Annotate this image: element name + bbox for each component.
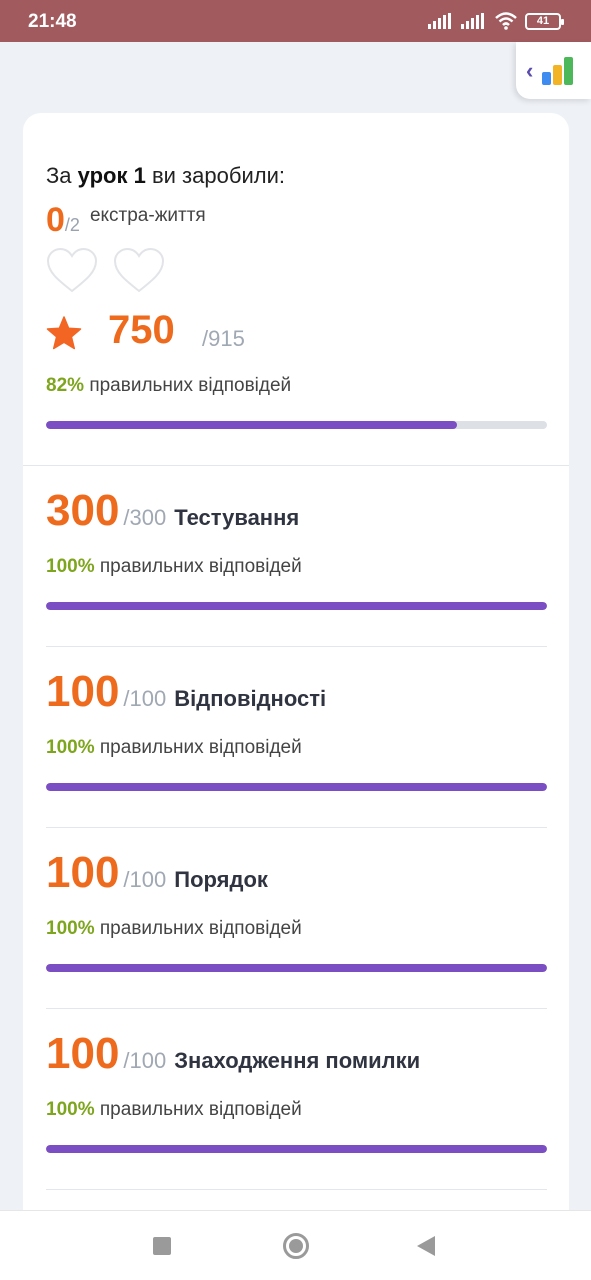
recent-apps-button[interactable] [153, 1237, 171, 1255]
home-button[interactable] [283, 1233, 309, 1259]
status-bar: 21:48 41 [0, 0, 591, 42]
correct-percentage: 100% правильних відповідей [46, 556, 302, 577]
summary-progress-bar [46, 421, 547, 429]
extra-lives-count: 0/2 екстра-життя [46, 201, 206, 239]
section-progress-bar [46, 602, 547, 610]
earned-heading: За урок 1 ви заробили: [46, 163, 285, 188]
total-score: 750 /915 [46, 308, 346, 358]
progress-fill [46, 602, 547, 610]
section-progress-bar [46, 1145, 547, 1153]
signal-icon [428, 13, 451, 29]
score-total: /915 [202, 326, 245, 351]
section-progress-bar [46, 964, 547, 972]
chevron-left-icon: ‹ [526, 57, 534, 83]
wifi-icon [495, 12, 517, 30]
progress-fill [46, 783, 547, 791]
section-heading: 300 /300 Тестування [46, 486, 300, 535]
score-value: 750 [108, 308, 175, 352]
correct-percentage: 100% правильних відповідей [46, 1099, 302, 1120]
lesson-summary: За урок 1 ви заробили: 0/2 екстра-життя 7… [23, 113, 569, 466]
correct-percentage: 82% правильних відповідей [46, 375, 292, 396]
section-order: 100 /100 Порядок 100% правильних відпові… [46, 828, 547, 1009]
section-progress-bar [46, 783, 547, 791]
progress-fill [46, 964, 547, 972]
bar-chart-icon [542, 56, 574, 85]
section-find-error: 100 /100 Знаходження помилки 100% правил… [46, 1009, 547, 1190]
section-heading: 100 /100 Знаходження помилки [46, 1029, 421, 1078]
lives-hearts [46, 248, 165, 294]
system-nav-bar [0, 1210, 591, 1280]
star-icon [46, 316, 82, 350]
section-heading: 100 /100 Порядок [46, 848, 268, 897]
section-heading: 100 /100 Відповідності [46, 667, 327, 716]
lesson-name: урок 1 [77, 163, 146, 188]
heart-outline-icon [113, 248, 165, 293]
signal-icon [461, 13, 484, 29]
heart-outline-icon [46, 248, 98, 293]
correct-percentage: 100% правильних відповідей [46, 918, 302, 939]
back-button[interactable] [417, 1236, 435, 1256]
section-testing: 300 /300 Тестування 100% правильних відп… [46, 466, 547, 647]
status-time: 21:48 [28, 11, 77, 32]
section-matching: 100 /100 Відповідності 100% правильних в… [46, 647, 547, 828]
battery-icon: 41 [525, 12, 564, 30]
status-icons: 41 [428, 12, 564, 30]
progress-fill [46, 1145, 547, 1153]
stats-side-tab[interactable]: ‹ [516, 42, 591, 99]
results-card: За урок 1 ви заробили: 0/2 екстра-життя 7… [23, 113, 569, 1233]
progress-fill [46, 421, 457, 429]
correct-percentage: 100% правильних відповідей [46, 737, 302, 758]
